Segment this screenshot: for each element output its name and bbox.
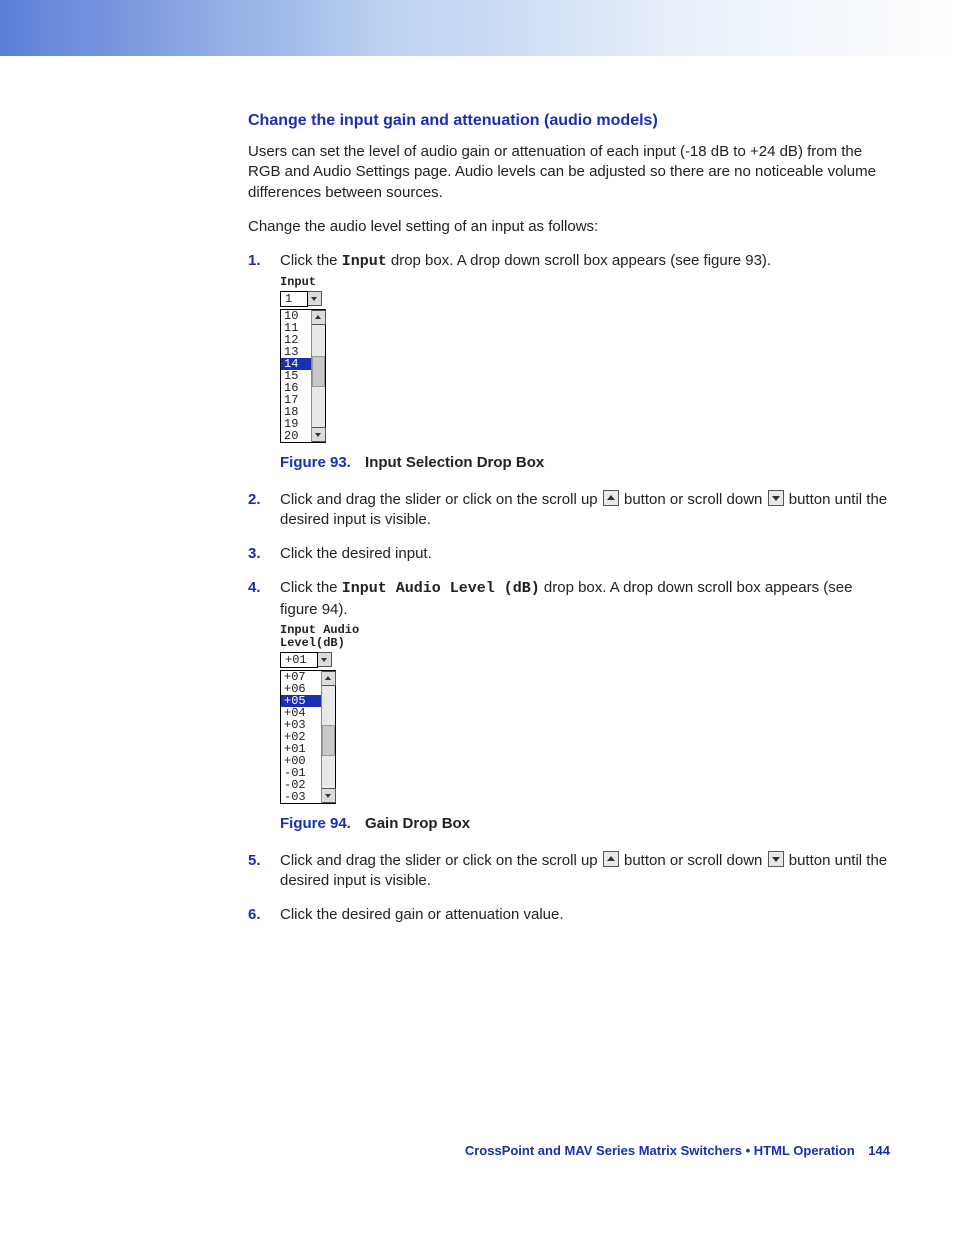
- footer-section: CrossPoint and MAV Series Matrix Switche…: [465, 1143, 855, 1158]
- label-line1: Input Audio: [280, 623, 359, 637]
- gain-combo-value: +01: [280, 652, 318, 668]
- scroll-up-icon[interactable]: [322, 671, 336, 686]
- step-number: 2.: [248, 490, 261, 510]
- step-6: 6. Click the desired gain or attenuation…: [248, 905, 890, 925]
- gain-combo[interactable]: +01: [280, 652, 332, 668]
- list-item[interactable]: -03: [281, 791, 321, 803]
- step-4: 4. Click the Input Audio Level (dB) drop…: [248, 578, 890, 834]
- chevron-down-icon[interactable]: [318, 652, 332, 667]
- figure-label: Figure 93.: [280, 454, 351, 471]
- label-line2: Level(dB): [280, 636, 345, 650]
- step-text-post: drop box. A drop down scroll box appears…: [387, 252, 771, 269]
- input-combo-value: 1: [280, 291, 308, 307]
- step-3: 3. Click the desired input.: [248, 544, 890, 564]
- scrollbar-track[interactable]: [322, 686, 335, 788]
- scroll-down-icon: [768, 490, 784, 506]
- gain-option-list: +07 +06 +05 +04 +03 +02 +01 +00 -01 -02 …: [281, 671, 321, 803]
- dropbox-label: Input Audio Level(dB): [280, 624, 890, 650]
- scrollbar[interactable]: [321, 671, 335, 803]
- step-text-pre: Click and drag the slider or click on th…: [280, 491, 602, 508]
- scrollbar-track[interactable]: [312, 325, 325, 427]
- step-number: 5.: [248, 851, 261, 871]
- figure-title: Gain Drop Box: [365, 815, 470, 832]
- section-heading: Change the input gain and attenuation (a…: [248, 112, 890, 130]
- step-number: 1.: [248, 251, 261, 271]
- list-item[interactable]: 20: [281, 430, 311, 442]
- step-text: Click the desired gain or attenuation va…: [280, 906, 564, 923]
- scrollbar-thumb[interactable]: [322, 725, 335, 756]
- step-1: 1. Click the Input drop box. A drop down…: [248, 251, 890, 474]
- step-number: 4.: [248, 578, 261, 598]
- input-dropdown-list[interactable]: 10 11 12 13 14 15 16 17 18 19 20: [280, 309, 326, 443]
- scroll-up-icon: [603, 490, 619, 506]
- step-text-pre: Click the: [280, 579, 342, 596]
- figure-label: Figure 94.: [280, 815, 351, 832]
- step-text-mid: button or scroll down: [620, 491, 767, 508]
- input-option-list: 10 11 12 13 14 15 16 17 18 19 20: [281, 310, 311, 442]
- footer-page-number: 144: [868, 1143, 890, 1158]
- chevron-down-icon[interactable]: [308, 291, 322, 306]
- step-text: Click the desired input.: [280, 545, 432, 562]
- step-5: 5. Click and drag the slider or click on…: [248, 851, 890, 892]
- steps-list: 1. Click the Input drop box. A drop down…: [248, 251, 890, 925]
- intro-paragraph: Users can set the level of audio gain or…: [248, 142, 890, 203]
- gain-dropbox-widget: Input Audio Level(dB) +01 +07 +06 +05 +0…: [280, 624, 890, 804]
- step-text-pre: Click the: [280, 252, 342, 269]
- scroll-up-icon[interactable]: [312, 310, 326, 325]
- lead-in-text: Change the audio level setting of an inp…: [248, 217, 890, 237]
- step-number: 3.: [248, 544, 261, 564]
- step-text-pre: Click and drag the slider or click on th…: [280, 852, 602, 869]
- page-footer: CrossPoint and MAV Series Matrix Switche…: [465, 1143, 890, 1158]
- step-number: 6.: [248, 905, 261, 925]
- figure-94-caption: Figure 94. Gain Drop Box: [280, 814, 890, 834]
- scroll-up-icon: [603, 851, 619, 867]
- scroll-down-icon[interactable]: [322, 788, 336, 803]
- audio-level-label-mono: Input Audio Level (dB): [342, 580, 540, 597]
- step-2: 2. Click and drag the slider or click on…: [248, 490, 890, 531]
- input-combo[interactable]: 1: [280, 291, 322, 307]
- dropbox-label: Input: [280, 276, 890, 289]
- figure-title: Input Selection Drop Box: [365, 454, 544, 471]
- step-text-mid: button or scroll down: [620, 852, 767, 869]
- gain-dropdown-list[interactable]: +07 +06 +05 +04 +03 +02 +01 +00 -01 -02 …: [280, 670, 336, 804]
- page-content: Change the input gain and attenuation (a…: [0, 56, 954, 1176]
- input-dropbox-widget: Input 1 10 11 12 13 14 15 16 17 1: [280, 276, 890, 443]
- input-label-mono: Input: [342, 253, 387, 270]
- header-gradient-band: [0, 0, 954, 56]
- scroll-down-icon[interactable]: [312, 427, 326, 442]
- scroll-down-icon: [768, 851, 784, 867]
- figure-93-caption: Figure 93. Input Selection Drop Box: [280, 453, 890, 473]
- scrollbar-thumb[interactable]: [312, 356, 325, 387]
- scrollbar[interactable]: [311, 310, 325, 442]
